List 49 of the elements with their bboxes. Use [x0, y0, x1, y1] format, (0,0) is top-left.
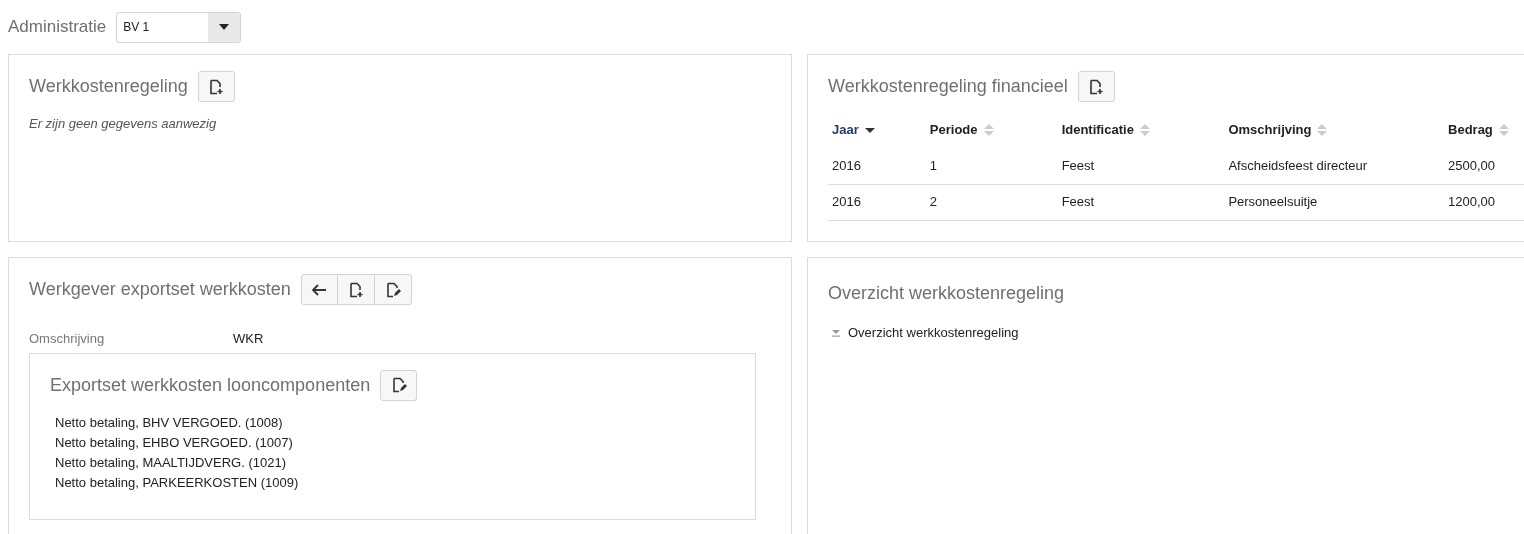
edit-document-icon	[390, 377, 407, 393]
panel-title: Overzicht werkkostenregeling	[828, 282, 1066, 305]
panel-title: Werkkostenregeling financieel	[828, 75, 1068, 98]
field-value: WKR	[233, 330, 264, 348]
panel-title: Werkgever exportset werkkosten	[29, 278, 291, 301]
table-cell: 2016	[828, 148, 926, 184]
empty-message: Er zijn geen gegevens aanwezig	[29, 115, 218, 133]
new-button[interactable]	[197, 71, 235, 102]
edit-button[interactable]	[380, 369, 418, 401]
arrow-left-icon	[311, 282, 328, 297]
sort-icon	[1498, 124, 1509, 136]
column-header[interactable]: Identificatie	[1057, 112, 1225, 148]
new-document-icon	[347, 281, 364, 298]
table-cell: 2500,00	[1444, 148, 1524, 184]
table-cell: 1	[925, 148, 1058, 184]
edit-document-icon	[384, 281, 401, 298]
table-cell: Feest	[1057, 148, 1225, 184]
column-header[interactable]: Jaar	[828, 112, 926, 148]
table-cell: 2	[925, 184, 1058, 220]
column-header[interactable]: Periode	[925, 112, 1058, 148]
new-button[interactable]	[337, 274, 375, 305]
sort-icon	[1317, 124, 1328, 136]
sort-icon	[1139, 124, 1150, 136]
table-cell: Afscheidsfeest directeur	[1224, 148, 1444, 184]
list-item: Netto betaling, MAALTIJDVERG. (1021)	[55, 453, 287, 472]
column-header[interactable]: Omschrijving	[1224, 112, 1444, 148]
field-label: Administratie	[8, 16, 107, 39]
back-button[interactable]	[300, 274, 338, 305]
caret-down-icon	[219, 24, 230, 30]
list-item: Netto betaling, EHBO VERGOED. (1007)	[55, 433, 294, 452]
column-header[interactable]: Bedrag	[1444, 112, 1524, 148]
table-cell: Feest	[1057, 184, 1225, 220]
table-cell: 1200,00	[1444, 184, 1524, 220]
panel-title: Exportset werkkosten looncomponenten	[50, 373, 371, 397]
field-label: Omschrijving	[29, 330, 106, 348]
sort-descending-icon	[864, 127, 875, 133]
sort-icon	[983, 124, 994, 136]
list-item: Netto betaling, PARKEERKOSTEN (1009)	[55, 473, 300, 492]
collapse-icon	[832, 328, 840, 337]
panel-title: Werkkostenregeling	[29, 75, 188, 98]
list-item: Netto betaling, BHV VERGOED. (1008)	[55, 413, 284, 432]
tree-item[interactable]: Overzicht werkkostenregeling	[828, 323, 1524, 343]
new-document-icon	[208, 78, 225, 95]
new-document-icon	[1088, 78, 1105, 95]
new-button[interactable]	[1077, 71, 1115, 102]
administratie-dropdown[interactable]: BV 1	[116, 11, 242, 43]
table-cell: Personeelsuitje	[1224, 184, 1444, 220]
edit-button[interactable]	[374, 274, 412, 305]
table-cell: 2016	[828, 184, 926, 220]
